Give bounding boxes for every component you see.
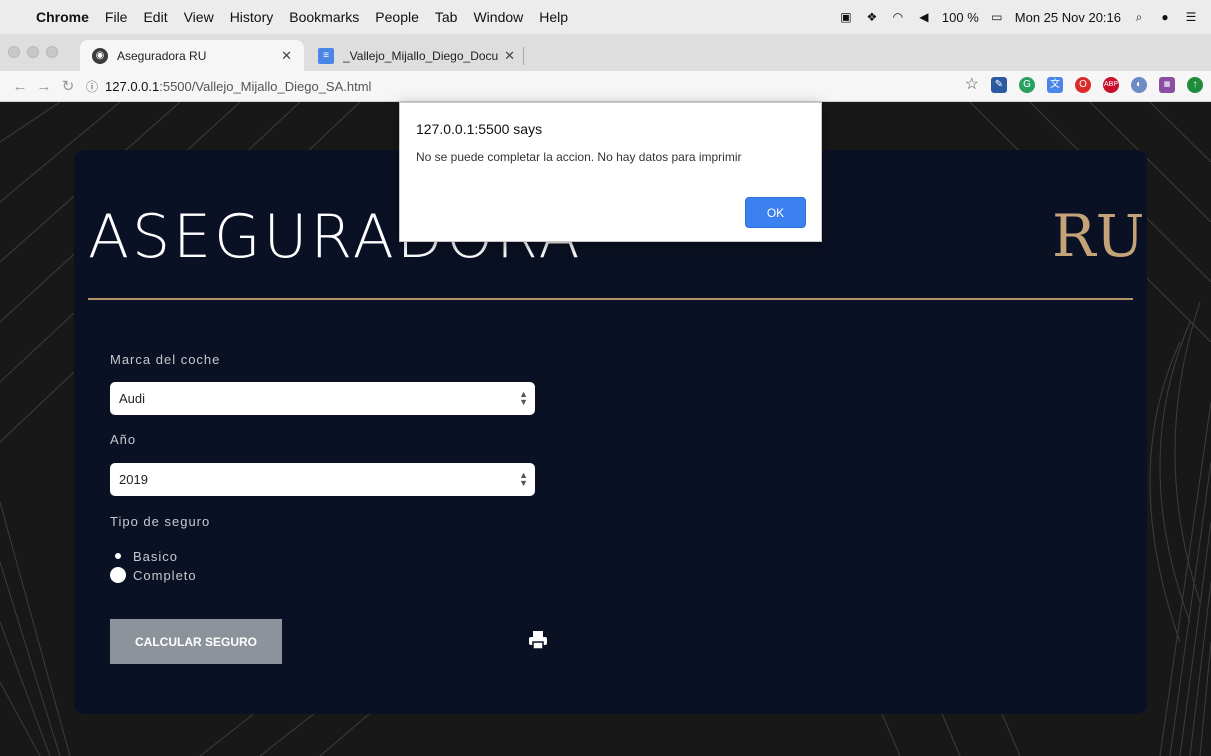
status-app-icon[interactable]: ▣ — [838, 10, 854, 24]
tab-separator — [523, 46, 524, 65]
update-icon[interactable]: ↑ — [1187, 77, 1203, 93]
print-icon[interactable] — [528, 630, 548, 650]
battery-percent: 100 % — [941, 9, 979, 25]
menu-help[interactable]: Help — [539, 9, 568, 25]
extension-badge-icon[interactable]: ▦ — [1159, 77, 1175, 93]
opera-extension-icon[interactable]: O — [1075, 77, 1091, 93]
radio-unchecked-icon[interactable] — [110, 567, 126, 583]
menu-tab[interactable]: Tab — [435, 9, 458, 25]
menu-bookmarks[interactable]: Bookmarks — [289, 9, 359, 25]
year-label: Año — [110, 432, 137, 447]
year-selected-value: 2019 — [119, 472, 148, 487]
address-bar[interactable]: ⓘ 127.0.0.1 :5500/Vallejo_Mijallo_Diego_… — [86, 78, 886, 95]
insurance-type-label: Tipo de seguro — [110, 514, 211, 529]
dropbox-icon[interactable]: ❖ — [864, 10, 880, 24]
extensions-area: ☆ ✎ G 文 O ABP ◐ ▦ ↑ — [965, 77, 1203, 93]
calculate-insurance-button[interactable]: CALCULAR SEGURO — [110, 619, 282, 664]
bookmark-star-icon[interactable]: ☆ — [965, 77, 979, 93]
title-divider — [88, 298, 1133, 300]
radio-basico[interactable]: Basico — [110, 548, 178, 564]
siri-icon[interactable]: ● — [1157, 10, 1173, 24]
minimize-window-button[interactable] — [27, 46, 39, 58]
zoom-window-button[interactable] — [46, 46, 58, 58]
forward-icon[interactable]: → — [32, 78, 56, 95]
spotlight-search-icon[interactable]: ⌕ — [1131, 10, 1147, 24]
translate-icon[interactable]: 文 — [1047, 77, 1063, 93]
brand-select[interactable]: Audi ▲ ▼ — [110, 382, 535, 415]
tab-label: Aseguradora RU — [117, 48, 207, 63]
menu-view[interactable]: View — [184, 9, 214, 25]
url-host: 127.0.0.1 — [105, 78, 160, 94]
tab-aseguradora[interactable]: ◉ Aseguradora RU ✕ — [80, 40, 304, 71]
notification-center-icon[interactable]: ☰ — [1183, 10, 1199, 24]
select-arrows-icon: ▲ ▼ — [519, 389, 528, 407]
wifi-icon[interactable]: ◠ — [890, 10, 906, 24]
docs-icon: ≡ — [318, 47, 334, 64]
dialog-message: No se puede completar la accion. No hay … — [416, 150, 742, 164]
close-window-button[interactable] — [8, 46, 20, 58]
brand-selected-value: Audi — [119, 391, 146, 406]
radio-checked-icon[interactable] — [110, 548, 126, 564]
macos-menubar: Chrome File Edit View History Bookmarks … — [0, 0, 1211, 34]
menu-edit[interactable]: Edit — [143, 9, 167, 25]
radio-completo-label: Completo — [133, 567, 197, 583]
menu-app-name[interactable]: Chrome — [36, 9, 89, 25]
extension-icon[interactable]: ◐ — [1131, 77, 1147, 93]
grammarly-icon[interactable]: G — [1019, 77, 1035, 93]
alert-dialog: 127.0.0.1:5500 says No se puede completa… — [399, 102, 822, 242]
ru-logo: RU — [1052, 202, 1145, 270]
adblock-icon[interactable]: ABP — [1103, 77, 1119, 93]
ok-button[interactable]: OK — [745, 197, 806, 228]
menu-file[interactable]: File — [105, 9, 128, 25]
tab-strip: ◉ Aseguradora RU ✕ ≡ _Vallejo_Mijallo_Di… — [0, 34, 1211, 97]
menu-window[interactable]: Window — [473, 9, 523, 25]
close-tab-icon[interactable]: ✕ — [281, 48, 292, 64]
menu-people[interactable]: People — [375, 9, 419, 25]
year-select[interactable]: 2019 ▲ ▼ — [110, 463, 535, 496]
radio-completo[interactable]: Completo — [110, 567, 197, 583]
brand-label: Marca del coche — [110, 352, 221, 367]
tab-label: _Vallejo_Mijallo_Diego_Docume — [343, 48, 499, 63]
info-icon[interactable]: ⓘ — [86, 78, 98, 95]
tab-docs[interactable]: ≡ _Vallejo_Mijallo_Diego_Docume ✕ — [306, 40, 536, 71]
pen-extension-icon[interactable]: ✎ — [991, 77, 1007, 93]
volume-icon[interactable]: ◀ — [916, 10, 932, 24]
close-tab-icon[interactable]: ✕ — [504, 48, 515, 64]
globe-icon: ◉ — [92, 47, 108, 64]
back-icon[interactable]: ← — [8, 78, 32, 95]
select-arrows-icon: ▲ ▼ — [519, 470, 528, 488]
status-area: ▣ ❖ ◠ ◀ 100 % ▭ Mon 25 Nov 20:16 ⌕ ● ☰ — [838, 10, 1211, 25]
clock[interactable]: Mon 25 Nov 20:16 — [1015, 10, 1121, 25]
dialog-title: 127.0.0.1:5500 says — [416, 121, 543, 137]
reload-icon[interactable]: ↻ — [56, 77, 80, 95]
radio-basico-label: Basico — [133, 548, 179, 564]
menu-history[interactable]: History — [230, 9, 274, 25]
battery-icon[interactable]: ▭ — [989, 10, 1005, 24]
url-path: :5500/Vallejo_Mijallo_Diego_SA.html — [159, 78, 372, 94]
toolbar: ← → ↻ ⓘ 127.0.0.1 :5500/Vallejo_Mijallo_… — [0, 71, 1211, 102]
window-controls — [8, 46, 58, 58]
